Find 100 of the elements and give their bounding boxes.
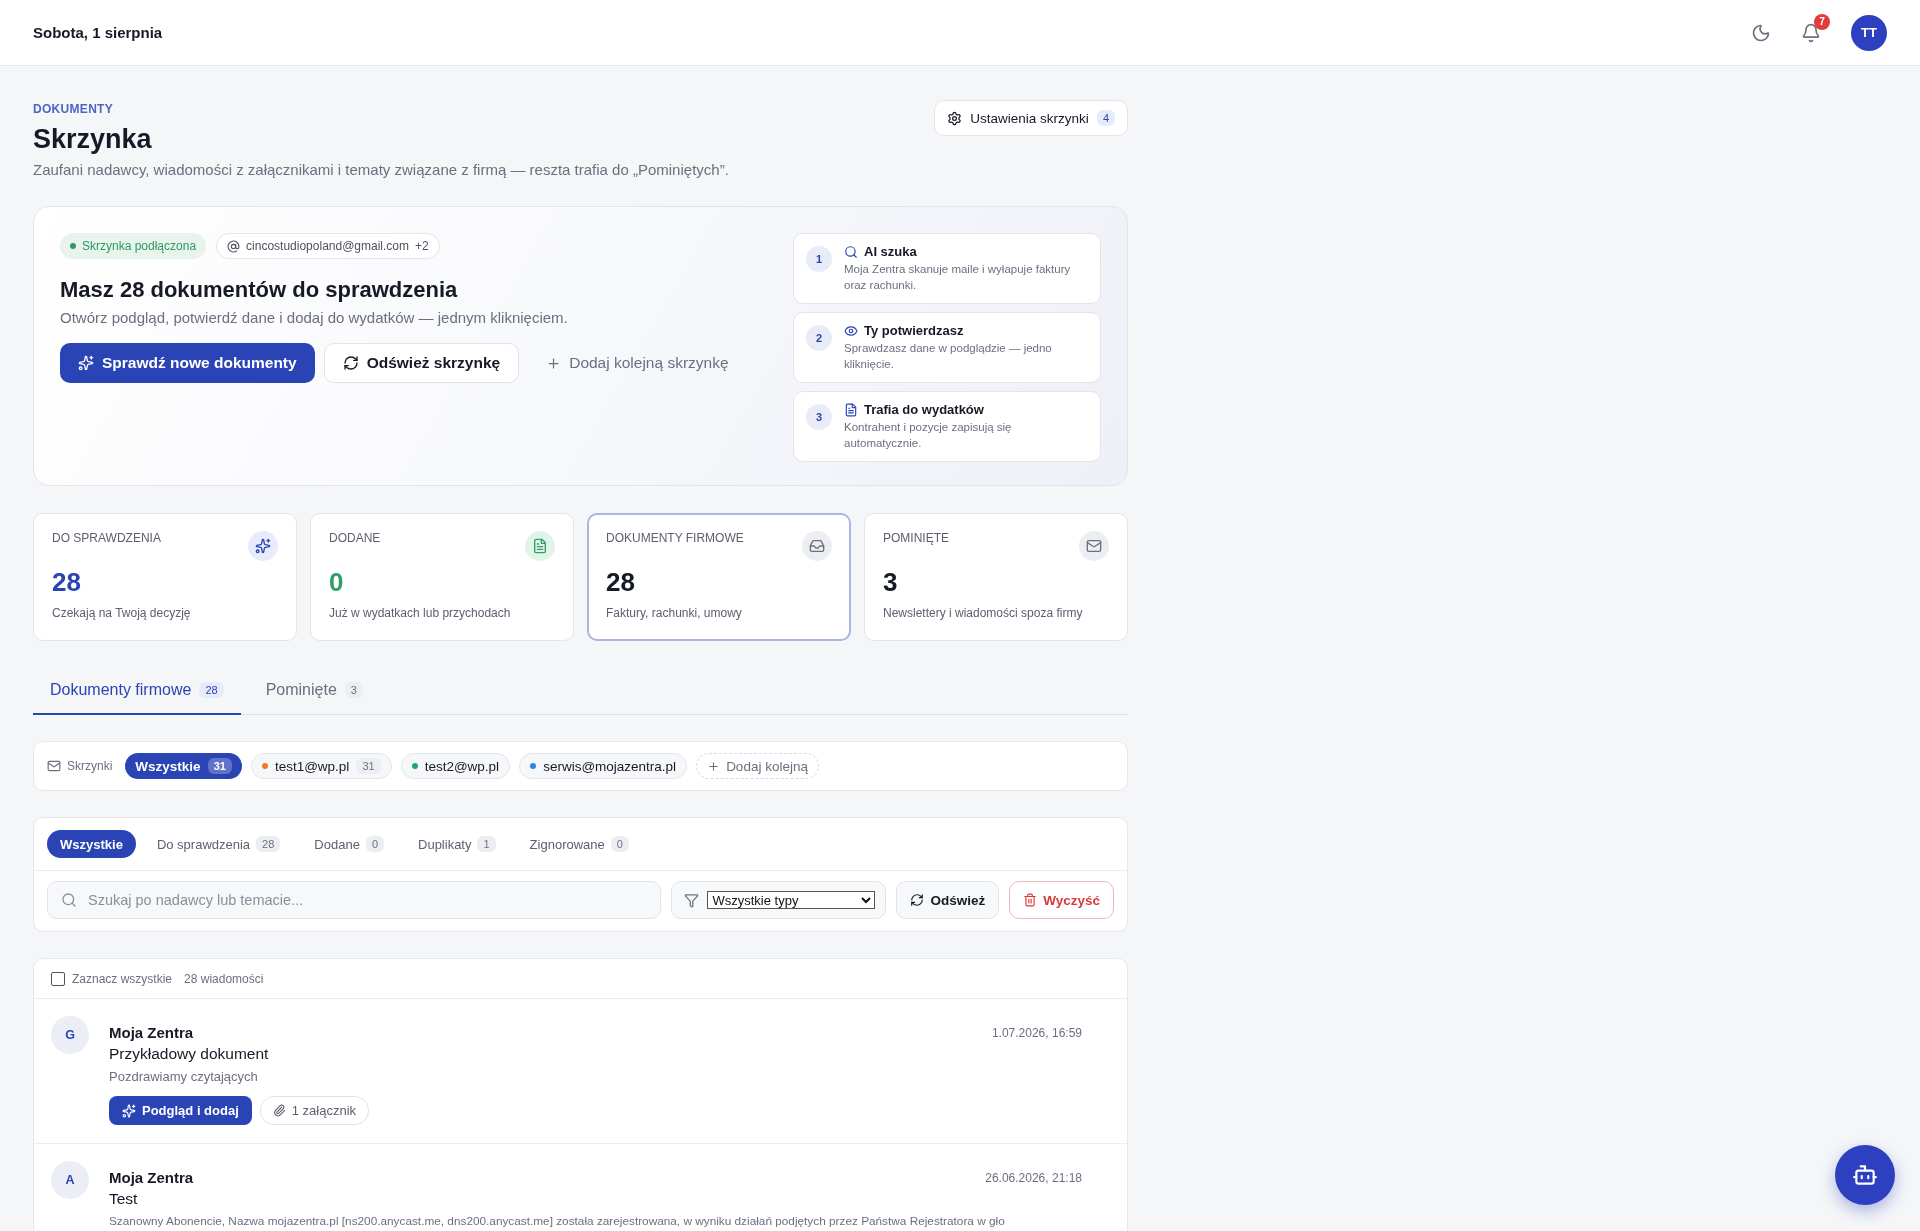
message-subject: Test xyxy=(109,1190,139,1208)
stat-caption: Faktury, rachunki, umowy xyxy=(606,606,743,620)
date-label: Sobota, 1 sierpnia xyxy=(33,24,163,41)
message-row[interactable]: G Moja Zentra 1.07.2026, 16:59 Przykładowy dokument Pozdrawiamy czytających Podgląd i dodaj 1 załącznik xyxy=(34,999,1127,1144)
refresh-icon xyxy=(342,355,359,371)
settings-button[interactable]: Ustawienia skrzynki 4 xyxy=(934,100,1128,136)
mailbox-chip[interactable]: test1@wp.pl 31 xyxy=(250,753,392,779)
stat-value: 28 xyxy=(606,567,636,598)
sender-name: Moja Zentra xyxy=(109,1024,194,1041)
filter-tab[interactable]: Wszystkie xyxy=(47,830,136,858)
eye-icon xyxy=(844,323,858,338)
at-sign-icon xyxy=(227,239,241,253)
settings-icon xyxy=(947,110,963,126)
section-eyebrow: DOKUMENTY xyxy=(33,102,115,116)
mailboxes-label: Skrzynki xyxy=(47,759,113,773)
stat-value: 0 xyxy=(329,567,345,598)
step-title: AI szuka xyxy=(864,244,917,259)
status-chip: Skrzynka podłączona xyxy=(60,233,207,259)
step-text: Sprawdzasz dane w podglądzie — jedno kliknięcie. xyxy=(844,341,1053,372)
count-badge: 31 xyxy=(207,758,232,774)
inbox-icon xyxy=(802,531,832,561)
message-count: 28 wiadomości xyxy=(184,971,264,986)
hero-heading: Masz 28 dokumentów do sprawdzenia xyxy=(60,277,459,303)
refresh-icon xyxy=(910,893,925,907)
document-icon xyxy=(844,402,858,417)
tab[interactable]: Pominięte 3 xyxy=(248,667,380,715)
step-number: 1 xyxy=(806,246,832,272)
sender-avatar: A xyxy=(51,1161,89,1199)
page-subtitle: Zaufani nadawcy, wiadomości z załącznikami i tematy związane z firmą — reszta trafia do „Pominiętych”. xyxy=(33,161,729,178)
preview-add-button[interactable]: Podgląd i dodaj xyxy=(109,1096,252,1125)
search-field[interactable]: Szukaj po nadawcy lub temacie... xyxy=(47,881,662,919)
type-filter[interactable]: Wszystkie typy xyxy=(671,881,887,919)
clear-button[interactable]: Wyczyść xyxy=(1009,881,1114,919)
sparkle-icon xyxy=(248,531,278,561)
notification-button[interactable] xyxy=(1801,22,1821,43)
sparkle-icon xyxy=(122,1103,136,1118)
stat-label: DO SPRAWDZENIA xyxy=(52,531,161,547)
filter-tab[interactable]: Dodane 0 xyxy=(301,830,397,858)
step-number: 3 xyxy=(806,404,832,430)
stat-card[interactable]: POMINIĘTE 3 Newslettery i wiadomości spoza firmy xyxy=(864,513,1128,641)
hero-text: Otwórz podgląd, potwierdź dane i dodaj do wydatków — jednym kliknięciem. xyxy=(60,309,569,326)
mailbox-chip[interactable]: Wszystkie 31 xyxy=(125,753,242,779)
step-number: 2 xyxy=(806,325,832,351)
search-icon xyxy=(844,244,858,259)
stat-label: POMINIĘTE xyxy=(883,531,949,547)
type-select[interactable]: Wszystkie typy xyxy=(707,891,876,909)
filter-tab[interactable]: Zignorowane 0 xyxy=(516,830,642,858)
mailbox-chip[interactable]: test2@wp.pl xyxy=(400,753,511,779)
add-mailbox-link[interactable]: Dodaj kolejną skrzynkę xyxy=(528,343,747,383)
plus-icon xyxy=(707,759,721,773)
stat-caption: Już w wydatkach lub przychodach xyxy=(329,606,512,620)
mail-icon xyxy=(47,759,61,773)
refresh-button[interactable]: Odśwież xyxy=(896,881,1000,919)
filter-tab[interactable]: Do sprawdzenia 28 xyxy=(143,830,294,858)
count-badge: 28 xyxy=(199,682,224,698)
attachment-chip[interactable]: 1 załącznik xyxy=(259,1096,370,1125)
count-badge: 4 xyxy=(1096,110,1115,126)
stat-label: DOKUMENTY FIRMOWE xyxy=(606,531,744,547)
assistant-button[interactable] xyxy=(1835,1145,1895,1205)
filter-tab[interactable]: Duplikaty 1 xyxy=(405,830,509,858)
message-subject: Przykładowy dokument xyxy=(109,1045,270,1063)
user-avatar[interactable]: TT xyxy=(1851,14,1887,51)
refresh-mailbox-button[interactable]: Odśwież skrzynkę xyxy=(323,343,520,383)
stat-caption: Czekają na Twoją decyzję xyxy=(52,606,192,620)
count-badge: 28 xyxy=(256,836,281,852)
account-chip: cincostudiopoland@gmail.com +2 xyxy=(216,233,440,259)
message-date: 1.07.2026, 16:59 xyxy=(991,1025,1082,1040)
count-badge: 0 xyxy=(610,836,629,852)
stat-value: 28 xyxy=(52,567,82,598)
stat-card[interactable]: DO SPRAWDZENIA 28 Czekają na Twoją decyzję xyxy=(33,513,297,641)
tab[interactable]: Dokumenty firmowe 28 xyxy=(33,667,241,715)
mailbox-chip[interactable]: serwis@mojazentra.pl xyxy=(519,753,688,779)
stat-card[interactable]: DODANE 0 Już w wydatkach lub przychodach xyxy=(310,513,574,641)
step-title: Trafia do wydatków xyxy=(864,402,984,417)
count-badge: 31 xyxy=(356,758,381,774)
message-date: 26.06.2026, 21:18 xyxy=(985,1170,1082,1185)
select-all-checkbox[interactable]: Zaznacz wszystkie xyxy=(51,971,173,986)
sender-avatar: G xyxy=(51,1016,89,1054)
stat-card[interactable]: DOKUMENTY FIRMOWE 28 Faktury, rachunki, umowy xyxy=(587,513,851,641)
page-title: Skrzynka xyxy=(33,124,153,155)
message-row[interactable]: A Moja Zentra 26.06.2026, 21:18 Test Szanowny Abonencie, Nazwa mojazentra.pl [ns200.anycast.me, dns200.anycast.me] została zarejestrowana, w wyniku działań podjętych przez Państwa Rejestratora w gło xyxy=(34,1144,1127,1231)
count-badge: 1 xyxy=(477,836,496,852)
message-snippet: Pozdrawiamy czytających xyxy=(109,1069,259,1084)
check-documents-button[interactable]: Sprawdź nowe dokumenty xyxy=(60,343,315,383)
notification-badge: 7 xyxy=(1814,13,1830,30)
count-badge: 0 xyxy=(365,836,384,852)
sender-name: Moja Zentra xyxy=(109,1169,194,1186)
count-badge: 3 xyxy=(344,682,363,698)
robot-icon xyxy=(1852,1162,1878,1188)
plus-icon xyxy=(546,355,562,371)
sparkle-icon xyxy=(78,355,94,371)
step-title: Ty potwierdzasz xyxy=(864,323,964,338)
stat-value: 3 xyxy=(883,567,899,598)
mail-icon xyxy=(1079,531,1109,561)
step-text: Kontrahent i pozycje zapisują się automatycznie. xyxy=(844,420,1013,451)
stat-label: DODANE xyxy=(329,531,381,547)
moon-icon[interactable] xyxy=(1751,22,1771,43)
trash-icon xyxy=(1023,893,1038,907)
filter-icon xyxy=(684,892,700,908)
stat-caption: Newslettery i wiadomości spoza firmy xyxy=(883,606,1084,620)
